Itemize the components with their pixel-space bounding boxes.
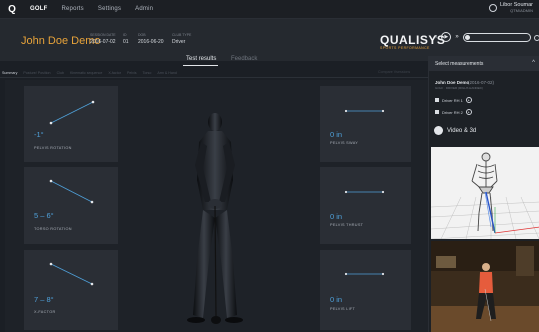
subnav-torso[interactable]: Torso xyxy=(143,71,152,75)
card-x-factor[interactable]: 7 – 8° X-FACTOR xyxy=(24,250,118,330)
qualisys-logo[interactable]: Q xyxy=(4,1,20,17)
card-pelvis-lift[interactable]: 0 in PELVIS LIFT xyxy=(320,250,411,330)
meta-label: ID xyxy=(123,33,127,37)
subnav-kinematic[interactable]: Kinematic sequence xyxy=(70,71,102,75)
card-label: PELVIS ROTATION xyxy=(34,146,72,150)
compare-sessions-link[interactable]: Compare Vsessions xyxy=(378,70,410,74)
card-value: 0 in xyxy=(330,212,343,221)
playback-controls: « ▶ » xyxy=(434,32,531,42)
torso-rotation-graphic xyxy=(49,179,94,204)
card-value: 0 in xyxy=(330,295,343,304)
card-label: PELVIS THRUST xyxy=(330,223,364,227)
checkbox[interactable] xyxy=(435,110,439,114)
summary-panel: -1° PELVIS ROTATION 5 – 6° TORSO ROTATIO… xyxy=(5,80,428,332)
card-value: 5 – 6° xyxy=(34,211,54,220)
meta-value: 01 xyxy=(123,39,129,45)
x-factor-graphic xyxy=(49,262,94,286)
card-pelvis-thrust[interactable]: 0 in PELVIS THRUST xyxy=(320,167,411,244)
play-icon: ▶ xyxy=(444,34,449,40)
meta-value: 2016-07-02 xyxy=(90,39,116,45)
meta-club-type: CLUB TYPE Driver xyxy=(172,33,191,45)
analysis-subnav: Summary Posture/ Position Club Kinematic… xyxy=(0,69,428,78)
card-value: -1° xyxy=(34,130,44,139)
meta-id: ID 01 xyxy=(123,33,129,45)
pelvis-sway-graphic xyxy=(344,109,385,113)
subnav-posture[interactable]: Posture/ Position xyxy=(23,71,50,75)
skeleton-3d-viewer[interactable] xyxy=(431,147,539,239)
chevron-up-icon[interactable]: ^ xyxy=(532,60,535,66)
measurement-label: Driver RH 1 xyxy=(442,97,463,103)
measurement-row[interactable]: Driver RH 2 ▸ xyxy=(435,109,472,115)
meta-label: DOB xyxy=(138,33,146,37)
pelvis-rotation-graphic xyxy=(49,100,95,125)
measurements-panel: Select measurements ^ John Doe Demo (201… xyxy=(428,56,539,332)
side-panel-title: Select measurements xyxy=(435,60,484,67)
rewind-icon[interactable]: « xyxy=(434,34,437,40)
pelvis-thrust-graphic xyxy=(344,190,385,194)
session-name: John Doe Demo xyxy=(435,80,470,85)
nav-reports[interactable]: Reports xyxy=(61,6,83,12)
video-3d-toggle[interactable]: Video & 3d xyxy=(434,126,476,135)
forward-icon[interactable]: » xyxy=(455,34,458,40)
nav-admin[interactable]: Admin xyxy=(135,6,153,12)
meta-value: Driver xyxy=(172,39,186,45)
play-button[interactable]: ▶ xyxy=(441,32,452,42)
checkbox[interactable] xyxy=(435,98,439,102)
user-menu[interactable]: Libor Soumar QTM/ADMIN xyxy=(488,2,533,13)
session-subtitle: GOLF · DRIVER (RIGHT-HANDED) xyxy=(435,86,483,90)
card-label: X-FACTOR xyxy=(34,310,56,314)
slider-knob[interactable] xyxy=(464,34,470,40)
user-role: QTM/ADMIN xyxy=(510,8,533,13)
measurement-row[interactable]: Driver RH 1 ▸ xyxy=(435,97,472,103)
measurement-label: Driver RH 2 xyxy=(442,109,463,115)
tab-feedback[interactable]: Feedback xyxy=(231,56,257,62)
active-tab-indicator xyxy=(183,65,218,66)
brand-subtitle: SPORTS PERFORMANCE xyxy=(380,46,430,50)
skeleton-scene xyxy=(431,152,539,239)
video-label: Video & 3d xyxy=(447,127,477,134)
card-value: 0 in xyxy=(330,130,343,139)
meta-session-date: SESSION DATE 2016-07-02 xyxy=(90,33,116,45)
meta-dob: DOB 2016-06-20 xyxy=(138,33,164,45)
pelvis-lift-graphic xyxy=(344,272,385,276)
card-label: PELVIS SWAY xyxy=(330,141,359,145)
user-icon xyxy=(488,3,497,12)
play-circle-icon[interactable]: ▸ xyxy=(465,97,472,103)
side-panel-header[interactable]: Select measurements ^ xyxy=(429,56,539,71)
meta-label: CLUB TYPE xyxy=(172,33,192,37)
subnav-club[interactable]: Club xyxy=(57,71,64,75)
swing-video-image xyxy=(431,241,539,332)
top-bar: Q GOLF Reports Settings Admin Libor Soum… xyxy=(0,0,539,19)
card-pelvis-sway[interactable]: 0 in PELVIS SWAY xyxy=(320,86,411,162)
swing-video-frame[interactable] xyxy=(431,241,539,332)
nav-settings[interactable]: Settings xyxy=(98,6,121,12)
nav-golf[interactable]: GOLF xyxy=(30,6,47,12)
card-label: PELVIS LIFT xyxy=(330,307,356,311)
gear-icon[interactable] xyxy=(534,35,539,41)
subnav-pelvis[interactable]: Pelvis xyxy=(127,71,137,75)
client-name: John Doe Demo xyxy=(21,35,101,47)
result-tabs: Test results Feedback xyxy=(0,56,428,66)
meta-label: SESSION DATE xyxy=(90,33,116,37)
golfer-3d-avatar xyxy=(187,113,243,324)
meta-value: 2016-06-20 xyxy=(138,39,164,45)
card-label: TORSO ROTATION xyxy=(34,227,72,231)
card-value: 7 – 8° xyxy=(34,295,54,304)
tab-test-results[interactable]: Test results xyxy=(186,56,216,62)
card-torso-rotation[interactable]: 5 – 6° TORSO ROTATION xyxy=(24,167,118,244)
subnav-summary[interactable]: Summary xyxy=(2,71,17,75)
card-pelvis-rotation[interactable]: -1° PELVIS ROTATION xyxy=(24,86,118,162)
subnav-xfactor[interactable]: X-factor xyxy=(108,71,121,75)
subnav-arm-hand[interactable]: Arm & Hand xyxy=(157,71,177,75)
video-icon xyxy=(434,126,443,135)
session-date: (2016-07-02) xyxy=(468,80,495,85)
play-circle-icon[interactable]: ▸ xyxy=(465,109,472,115)
timeline-slider[interactable] xyxy=(462,32,531,42)
